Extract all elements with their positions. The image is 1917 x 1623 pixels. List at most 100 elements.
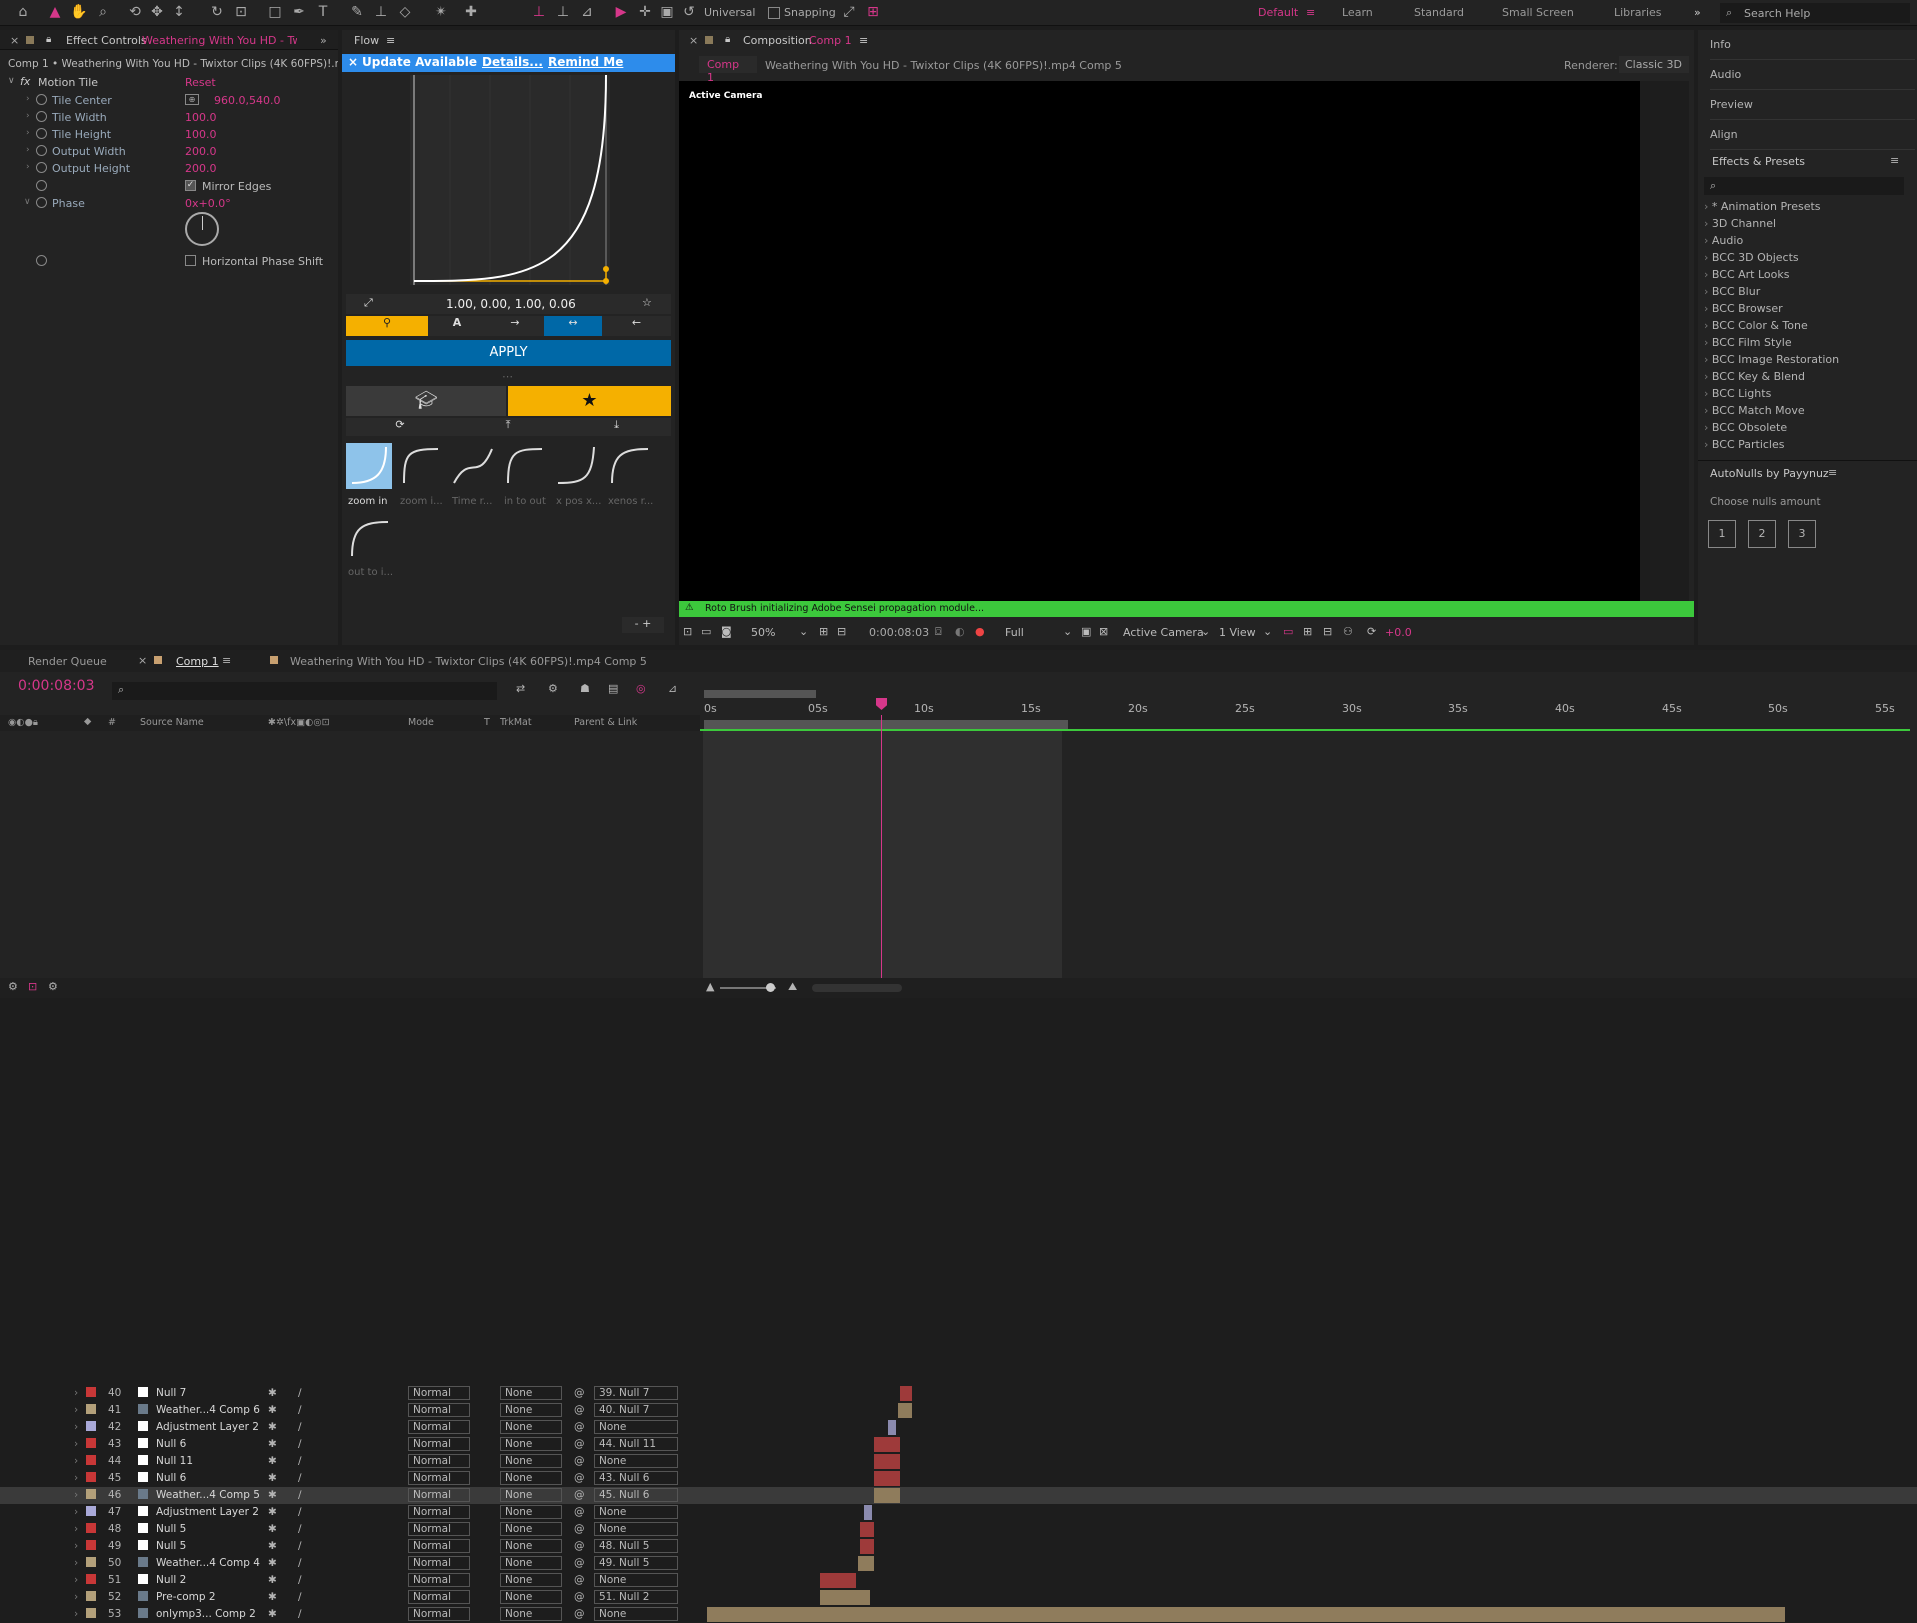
- transparency-grid-icon[interactable]: ⊠: [1099, 625, 1108, 638]
- shy-switch-icon[interactable]: ✱: [268, 1523, 277, 1535]
- preset-time-r-thumb[interactable]: [450, 443, 496, 489]
- twirl-icon[interactable]: ›: [26, 94, 30, 104]
- ease-out-icon[interactable]: ←: [602, 316, 671, 336]
- ease-in-icon[interactable]: →: [486, 316, 544, 336]
- axis-local-icon[interactable]: ⊥: [530, 3, 548, 21]
- pickwhip-icon[interactable]: @: [574, 1438, 585, 1450]
- pickwhip-icon[interactable]: @: [574, 1455, 585, 1467]
- anchor-tool-icon[interactable]: ⊡: [232, 3, 250, 21]
- more-workspaces-icon[interactable]: »: [1694, 6, 1701, 19]
- curve-editor[interactable]: [410, 74, 610, 285]
- layer-name[interactable]: Null 5: [156, 1540, 186, 1552]
- twirl-icon[interactable]: ›: [74, 1574, 78, 1586]
- layer-row[interactable]: › 50 Weather...4 Comp 4 ✱ ∕ Normal None @49. Nu…: [0, 1555, 1917, 1572]
- close-update-icon[interactable]: ×: [348, 55, 358, 69]
- trkmat-select[interactable]: None: [500, 1539, 562, 1553]
- label-color-swatch[interactable]: [86, 1574, 96, 1584]
- shy-switch-icon[interactable]: ✱: [268, 1608, 277, 1620]
- mode-select[interactable]: Normal: [408, 1403, 470, 1417]
- layer-name[interactable]: onlymp3... Comp 2: [156, 1608, 256, 1620]
- search-help-box[interactable]: ⌕ Search Help: [1720, 3, 1910, 23]
- shy-switch-icon[interactable]: ✱: [268, 1574, 277, 1586]
- nulls-1-button[interactable]: 1: [1708, 520, 1736, 548]
- upload-icon[interactable]: ⤒: [454, 418, 562, 436]
- render-queue-tab[interactable]: Render Queue: [28, 655, 107, 668]
- mode-select[interactable]: Normal: [408, 1471, 470, 1485]
- comp-1-tab[interactable]: Comp 1: [176, 655, 219, 668]
- twirl-open-icon[interactable]: ∨: [24, 197, 31, 207]
- trkmat-select[interactable]: None: [500, 1454, 562, 1468]
- zoom-in-icon[interactable]: ⛰: [788, 980, 797, 994]
- clone-stamp-icon[interactable]: ⊥: [372, 3, 390, 21]
- stopwatch-icon[interactable]: [36, 255, 47, 266]
- effects-category[interactable]: › * Animation Presets: [1704, 200, 1821, 217]
- quality-switch-icon[interactable]: ∕: [298, 1557, 302, 1569]
- layer-row[interactable]: › 42 Adjustment Layer 2 ✱ ∕ Normal None @ None: [0, 1419, 1917, 1436]
- layer-name[interactable]: Null 5: [156, 1523, 186, 1535]
- shy-switch-icon[interactable]: ✱: [268, 1591, 277, 1603]
- layer-duration-bar[interactable]: [874, 1471, 900, 1486]
- preset-x-pos-thumb[interactable]: [554, 443, 600, 489]
- view-select[interactable]: 1 View: [1219, 626, 1256, 639]
- eraser-tool-icon[interactable]: ◇: [396, 3, 414, 21]
- layer-name[interactable]: Null 7: [156, 1387, 186, 1399]
- pickwhip-icon[interactable]: @: [574, 1540, 585, 1552]
- horizontal-phase-shift-checkbox[interactable]: [185, 255, 196, 266]
- zoom-slider-thumb[interactable]: [766, 983, 775, 992]
- type-tool-icon[interactable]: T: [314, 3, 332, 21]
- mode-select[interactable]: Normal: [408, 1573, 470, 1587]
- layer-name[interactable]: Null 2: [156, 1574, 186, 1586]
- prop-phase[interactable]: ∨ Phase 0x+0.0°: [0, 195, 330, 212]
- comp-mini-flowchart-icon[interactable]: ⇄: [516, 682, 525, 695]
- effects-presets-title[interactable]: Effects & Presets: [1712, 155, 1805, 168]
- parent-select[interactable]: None: [594, 1573, 678, 1587]
- workspace-standard[interactable]: Standard: [1414, 6, 1464, 19]
- layer-row[interactable]: › 53 onlymp3... Comp 2 ✱ ∕ Normal None @ None: [0, 1606, 1917, 1623]
- chevron-down-icon[interactable]: ⌄: [1201, 625, 1210, 638]
- video-switch-icon[interactable]: [22, 1406, 30, 1414]
- shy-switch-icon[interactable]: ✱: [268, 1557, 277, 1569]
- shy-switch-icon[interactable]: ✱: [268, 1472, 277, 1484]
- label-color-swatch[interactable]: [86, 1455, 96, 1465]
- twirl-icon[interactable]: ›: [74, 1506, 78, 1518]
- workspace-menu-icon[interactable]: ≡: [1306, 6, 1315, 19]
- effects-category[interactable]: › BCC Blur: [1704, 285, 1760, 302]
- mode-select[interactable]: Normal: [408, 1437, 470, 1451]
- zoom-minus-plus[interactable]: - +: [622, 617, 664, 633]
- layer-duration-bar[interactable]: [888, 1420, 896, 1435]
- close-icon[interactable]: ×: [689, 34, 698, 47]
- label-color-swatch[interactable]: [86, 1523, 96, 1533]
- rotate-tool-icon[interactable]: ↻: [208, 3, 226, 21]
- scale-icon[interactable]: ▣: [658, 3, 676, 21]
- effect-controls-tab[interactable]: Effect Controls: [66, 34, 147, 47]
- reset-exposure-icon[interactable]: ⟳: [1367, 625, 1376, 638]
- comp-timecode[interactable]: 0:00:08:03: [869, 626, 929, 639]
- parent-select[interactable]: 39. Null 7: [594, 1386, 678, 1400]
- prop-tile-width[interactable]: › Tile Width 100.0: [0, 109, 330, 126]
- layer-name[interactable]: Weather...4 Comp 5: [156, 1489, 260, 1501]
- layer-name[interactable]: Null 6: [156, 1472, 186, 1484]
- reset-button[interactable]: Reset: [185, 76, 216, 89]
- effects-category[interactable]: › BCC Key & Blend: [1704, 370, 1805, 387]
- trkmat-select[interactable]: None: [500, 1505, 562, 1519]
- mode-select[interactable]: Normal: [408, 1420, 470, 1434]
- frame-blending-icon[interactable]: ▤: [608, 682, 618, 695]
- mode-select[interactable]: Normal: [408, 1386, 470, 1400]
- video-switch-icon[interactable]: [22, 1542, 30, 1550]
- panel-lock-icon[interactable]: 🔒︎: [46, 34, 51, 45]
- layer-switches-icon[interactable]: ⚙: [8, 980, 18, 993]
- label-color-swatch[interactable]: [86, 1557, 96, 1567]
- close-icon[interactable]: ×: [10, 34, 19, 47]
- shy-switch-icon[interactable]: ✱: [268, 1387, 277, 1399]
- stopwatch-icon[interactable]: [36, 162, 47, 173]
- twirl-icon[interactable]: ›: [74, 1523, 78, 1535]
- pickwhip-icon[interactable]: @: [574, 1523, 585, 1535]
- layer-duration-bar[interactable]: [860, 1539, 874, 1554]
- chevron-down-icon[interactable]: ⌄: [1263, 625, 1272, 638]
- preset-zoom-in-thumb[interactable]: [346, 443, 392, 489]
- twirl-icon[interactable]: ›: [26, 128, 30, 138]
- shy-switch-icon[interactable]: ✱: [268, 1489, 277, 1501]
- grid-icon[interactable]: ⊟: [837, 625, 846, 638]
- prop-horizontal-phase-shift[interactable]: Horizontal Phase Shift: [0, 253, 330, 270]
- layer-duration-bar[interactable]: [858, 1556, 874, 1571]
